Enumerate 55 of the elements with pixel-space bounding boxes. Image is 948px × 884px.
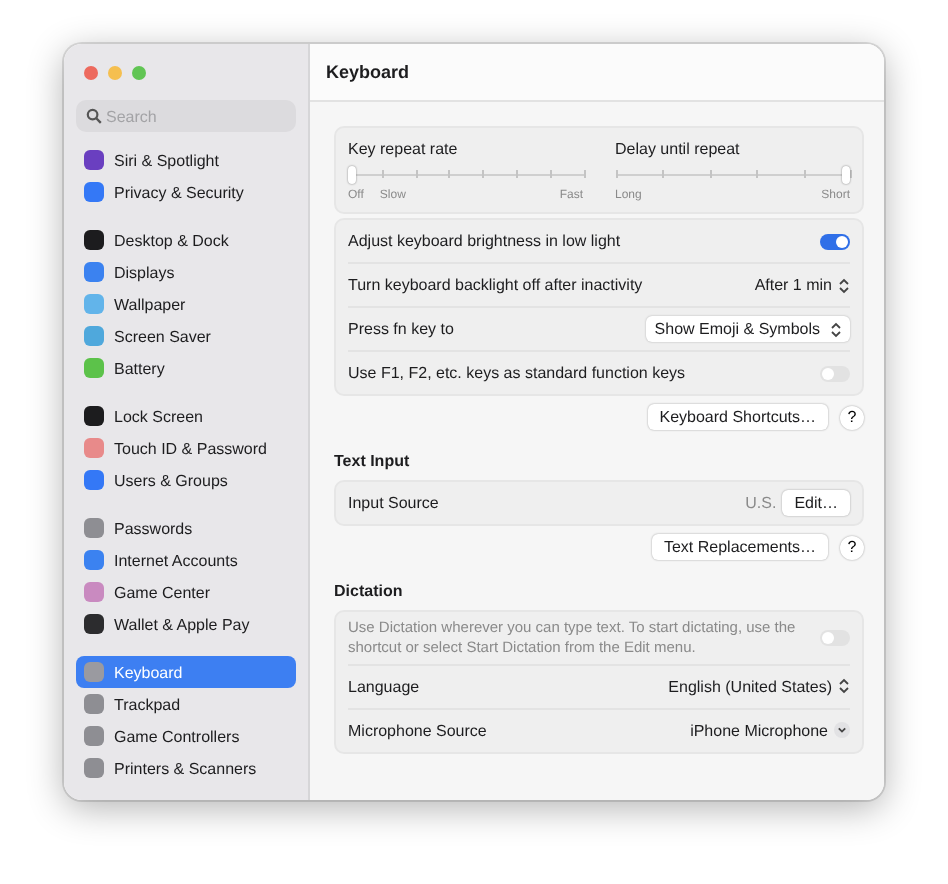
sidebar-item[interactable]: Lock Screen — [76, 400, 296, 432]
sidebar-item[interactable]: Screen Saver — [76, 320, 296, 352]
search-field[interactable]: Search — [76, 100, 296, 132]
row-label: Microphone Source — [348, 721, 487, 739]
sidebar-item[interactable]: Siri & Spotlight — [76, 144, 296, 176]
sidebar-item[interactable]: Users & Groups — [76, 464, 296, 496]
help-button[interactable]: ? — [840, 535, 864, 559]
popup-menu[interactable]: iPhone Microphone — [690, 721, 850, 739]
sidebar-item[interactable]: Keyboard — [76, 656, 296, 688]
toggle-switch[interactable] — [820, 629, 850, 646]
sidebar-item[interactable]: Printers & Scanners — [76, 752, 296, 784]
slider-thumb[interactable] — [842, 166, 850, 184]
edit-button[interactable]: Edit… — [782, 490, 850, 516]
row-label: Adjust keyboard brightness in low light — [348, 232, 621, 250]
help-button[interactable]: ? — [840, 405, 864, 429]
row-label: Use F1, F2, etc. keys as standard function keys — [348, 364, 686, 382]
slider-thumb[interactable] — [348, 166, 356, 184]
sidebar-item[interactable]: Trackpad — [76, 688, 296, 720]
popup-menu[interactable]: Show Emoji & Symbols — [646, 316, 850, 342]
close-button[interactable] — [84, 66, 98, 80]
row-label: Input Source — [348, 494, 439, 512]
window-title: Keyboard — [310, 44, 884, 102]
slider[interactable] — [348, 166, 583, 182]
toggle-switch[interactable] — [820, 365, 850, 381]
sidebar-item[interactable]: Touch ID & Password — [76, 432, 296, 464]
section-heading: Text Input — [334, 450, 412, 474]
popup-menu[interactable]: After 1 min — [754, 276, 850, 294]
row-label: Language — [348, 677, 420, 695]
row-label: Press fn key to — [348, 320, 454, 338]
sidebar-item[interactable]: Wallpaper — [76, 288, 296, 320]
sidebar-item[interactable]: Wallet & Apple Pay — [76, 608, 296, 640]
chevron-down-icon — [834, 722, 850, 738]
action-button[interactable]: Keyboard Shortcuts… — [647, 404, 828, 430]
slider-label: Key repeat rate — [348, 140, 460, 158]
minimize-button[interactable] — [108, 66, 122, 80]
popup-menu[interactable]: English (United States) — [668, 677, 850, 695]
row-label: Turn keyboard backlight off after inactivity — [348, 276, 643, 294]
sidebar-item[interactable]: Desktop & Dock — [76, 224, 296, 256]
sidebar-item[interactable]: Privacy & Security — [76, 176, 296, 208]
action-button[interactable]: Text Replacements… — [651, 534, 828, 560]
stepper-icon — [838, 678, 850, 694]
slider[interactable] — [615, 166, 850, 182]
stepper-icon — [838, 277, 850, 293]
sidebar-item[interactable]: Game Center — [76, 576, 296, 608]
zoom-button[interactable] — [132, 66, 146, 80]
sidebar-item[interactable]: Passwords — [76, 512, 296, 544]
sidebar-item[interactable]: Displays — [76, 256, 296, 288]
value-text: U.S. — [745, 494, 777, 512]
stepper-icon — [830, 321, 842, 337]
sidebar-item[interactable]: Internet Accounts — [76, 544, 296, 576]
slider-label: Delay until repeat — [615, 140, 742, 158]
sidebar-item[interactable]: Game Controllers — [76, 720, 296, 752]
toggle-switch[interactable] — [820, 233, 850, 249]
section-heading: Dictation — [334, 580, 405, 604]
sidebar-item[interactable]: Battery — [76, 352, 296, 384]
